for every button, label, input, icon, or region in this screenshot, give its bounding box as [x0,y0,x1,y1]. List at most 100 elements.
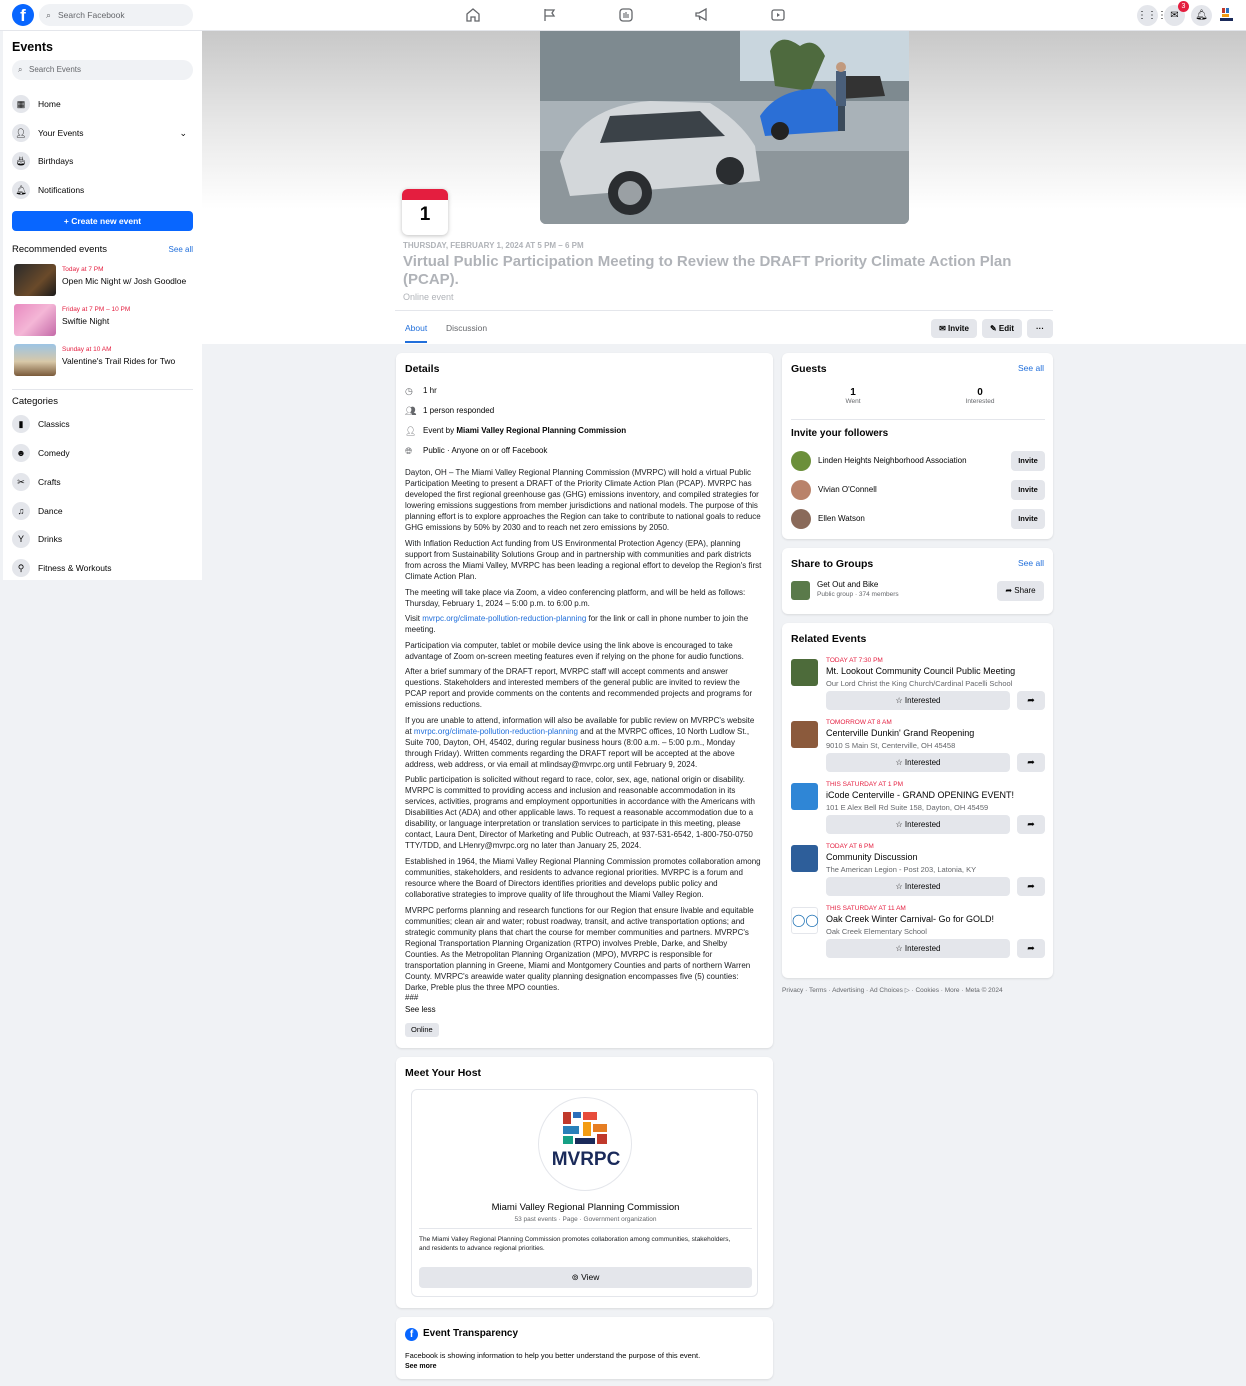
online-chip[interactable]: Online [405,1023,439,1037]
host-card-title: Meet Your Host [405,1067,482,1079]
event-time: TODAY AT 6 PM [826,843,874,850]
event-time: Sunday at 10 AM [62,346,112,353]
invite-button[interactable]: ✉ Invite [931,319,977,338]
search-events-input[interactable]: ⌕ Search Events [12,60,193,80]
pcap-link[interactable]: mvrpc.org/climate-pollution-reduction-pl… [422,614,586,623]
home-icon[interactable] [463,6,483,24]
duration-row: ◷ 1 hr [405,385,437,397]
recommended-event-item[interactable]: Friday at 7 PM – 10 PM Swiftie Night [12,304,193,340]
interested-label: Interested [904,944,941,953]
events-sidebar: Events ⌕ Search Events ▦ Home 👤︎ Your Event… [3,31,202,580]
facebook-search-input[interactable]: ⌕ Search Facebook [39,4,193,26]
category-label: Fitness & Workouts [38,563,112,573]
description-paragraph: Established in 1964, the Miami Valley Re… [405,857,761,899]
invite-follower-button[interactable]: Invite [1011,480,1045,500]
edit-button[interactable]: ✎ Edit [982,319,1022,338]
share-icon[interactable]: ➦ [1017,691,1045,710]
chevron-down-icon[interactable]: ⌄ [179,122,187,144]
transparency-text: Facebook is showing information to help … [405,1351,701,1360]
category-crafts[interactable]: ✂ Crafts [12,471,193,493]
interested-button[interactable]: ☆ Interested [826,939,1010,958]
more-options-button[interactable]: ··· [1027,319,1053,338]
interested-count[interactable]: 0 Interested [940,387,1020,405]
event-cover-photo [540,31,909,224]
interested-button[interactable]: ☆ Interested [826,877,1010,896]
bell-icon[interactable]: 🔔︎ [1191,5,1212,26]
host-link[interactable]: Miami Valley Regional Planning Commissio… [456,426,626,435]
duration-text: 1 hr [423,386,437,395]
sidebar-item-birthdays[interactable]: 🎂︎ Birthdays [12,150,193,172]
event-name[interactable]: Mt. Lookout Community Council Public Mee… [826,666,1015,676]
went-count[interactable]: 1 Went [813,387,893,405]
facebook-logo-icon[interactable]: f [12,4,34,26]
event-thumbnail[interactable] [791,659,818,686]
event-location: Online event [403,292,454,302]
category-fitness[interactable]: ⚲ Fitness & Workouts [12,557,193,579]
sidebar-item-your-events[interactable]: 👤︎ Your Events ⌄ [12,122,193,144]
category-drinks[interactable]: Y Drinks [12,528,193,550]
event-thumbnail[interactable] [791,783,818,810]
host-logo[interactable]: MVRPC [538,1097,632,1191]
event-thumbnail[interactable] [791,845,818,872]
share-icon[interactable]: ➦ [1017,815,1045,834]
description-paragraph: The meeting will take place via Zoom, a … [405,588,746,608]
guests-card: Guests See all 1 Went 0 Interested Invite … [782,353,1053,539]
video-icon[interactable] [768,6,788,24]
megaphone-icon[interactable] [692,6,712,24]
privacy-row: 🌐︎ Public · Anyone on or off Facebook [405,445,547,457]
footer-links[interactable]: Privacy · Terms · Advertising · Ad Choic… [782,986,1003,994]
recommended-see-all-link[interactable]: See all [169,245,193,254]
interested-button[interactable]: ☆ Interested [826,815,1010,834]
flag-icon[interactable] [540,6,560,24]
see-less-link[interactable]: See less [405,1004,763,1015]
category-comedy[interactable]: ☻ Comedy [12,442,193,464]
tab-discussion[interactable]: Discussion [446,318,487,343]
interested-button[interactable]: ☆ Interested [826,691,1010,710]
invite-follower-button[interactable]: Invite [1011,451,1045,471]
category-dance[interactable]: ♫ Dance [12,500,193,522]
recommended-event-item[interactable]: Sunday at 10 AM Valentine's Trail Rides … [12,344,193,380]
responded-row: 👥︎ 1 person responded [405,405,494,417]
smile-icon: ☻ [12,444,30,462]
event-name[interactable]: Oak Creek Winter Carnival- Go for GOLD! [826,914,994,924]
sidebar-item-notifications[interactable]: 🔔︎ Notifications [12,179,193,201]
event-location: Our Lord Christ the King Church/Cardinal… [826,679,1013,688]
tab-about[interactable]: About [405,318,428,343]
category-label: Drinks [38,534,63,544]
menu-grid-icon[interactable]: ⋮⋮⋮ [1137,5,1167,26]
invite-follower-button[interactable]: Invite [1011,509,1045,529]
share-icon[interactable]: ➦ [1017,939,1045,958]
share-group-button[interactable]: ➦ Share [997,581,1044,601]
groups-see-all-link[interactable]: See all [1018,558,1044,568]
olympic-rings-icon[interactable]: ◯◯ [791,907,819,934]
sidebar-item-home[interactable]: ▦ Home [12,93,193,115]
follower-item: Vivian O'Connell Invite [791,479,1045,501]
pcap-link[interactable]: mvrpc.org/climate-pollution-reduction-pl… [414,727,578,736]
view-label: View [581,1272,600,1282]
share-icon[interactable]: ➦ [1017,753,1045,772]
related-event-item: ◯◯ THIS SATURDAY AT 11 AM Oak Creek Wint… [791,905,1045,965]
event-day-number: 1 [419,204,431,225]
account-avatar[interactable] [1216,5,1237,26]
share-icon[interactable]: ➦ [1017,877,1045,896]
people-icon: 👥︎ [405,406,417,416]
event-name[interactable]: iCode Centerville - GRAND OPENING EVENT! [826,790,1014,800]
guests-see-all-link[interactable]: See all [1018,363,1044,373]
view-host-button[interactable]: ⊚ View [419,1267,752,1288]
recommended-event-item[interactable]: Today at 7 PM Open Mic Night w/ Josh Goo… [12,264,193,300]
event-location: 9010 S Main St, Centerville, OH 45458 [826,741,956,750]
host-name[interactable]: Miami Valley Regional Planning Commissio… [412,1202,759,1213]
search-icon: ⌕ [46,10,52,20]
mvrpc-avatar-icon [1219,8,1233,21]
event-name[interactable]: Centerville Dunkin' Grand Reopening [826,728,974,738]
category-classics[interactable]: ▮ Classics [12,413,193,435]
interested-label: Interested [904,758,941,767]
event-name[interactable]: Community Discussion [826,852,918,862]
sidebar-title: Events [12,40,53,54]
event-thumbnail[interactable] [791,721,818,748]
see-more-link[interactable]: See more [405,1363,437,1370]
interested-button[interactable]: ☆ Interested [826,753,1010,772]
marketplace-icon[interactable] [616,6,636,24]
create-new-event-button[interactable]: + Create new event [12,211,193,231]
group-name[interactable]: Get Out and Bike [817,580,878,589]
